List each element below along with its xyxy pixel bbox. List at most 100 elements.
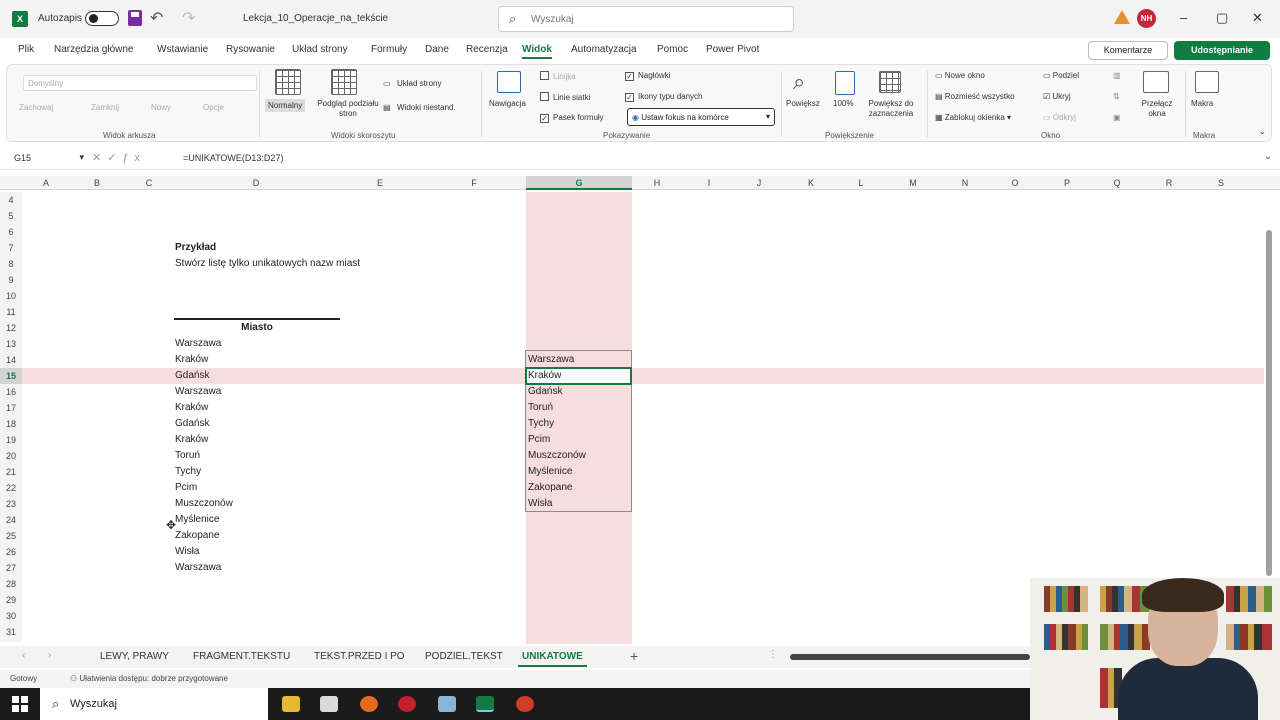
column-header[interactable]: P [1042,176,1092,190]
add-sheet-icon[interactable]: + [630,648,638,664]
search-box[interactable]: ⌕ Wyszukaj [498,6,794,32]
normal-view-button[interactable]: Normalny [265,99,306,112]
worksheet-grid[interactable]: Przykład Stwórz listę tylko unikatowych … [22,192,1264,644]
enter-icon[interactable]: ✓ [107,152,122,164]
expand-formula-icon[interactable]: ⌄ [1264,151,1272,162]
sheet-tab[interactable]: FRAGMENT.TEKSTU [193,651,290,662]
firefox-icon[interactable] [360,696,378,712]
tab-automate[interactable]: Automatyzacja [571,44,637,55]
column-header[interactable]: F [422,176,526,190]
row-header[interactable]: 12 [0,320,22,336]
column-header[interactable]: B [72,176,122,190]
gridlines-checkbox[interactable]: Linie siatki [540,92,590,102]
ruler-checkbox[interactable]: Linijka [540,71,576,81]
row-header[interactable]: 9 [0,272,22,288]
sync-scroll-icon[interactable]: ⇅ [1113,92,1120,101]
city-cell[interactable]: Warszawa [175,384,221,400]
city-cell[interactable]: Tychy [175,464,201,480]
tab-review[interactable]: Recenzja [466,44,508,55]
tab-home[interactable]: Narzędzia główne [54,44,134,55]
column-header[interactable]: L [836,176,886,190]
headings-checkbox[interactable]: ✓ Nagłówki [625,71,670,81]
row-header[interactable]: 23 [0,496,22,512]
save-icon[interactable] [128,10,142,26]
page-layout-button[interactable]: Układ strony [397,79,441,88]
tab-draw[interactable]: Rysowanie [226,44,275,55]
column-header[interactable]: J [734,176,784,190]
warning-icon[interactable] [1114,10,1130,24]
row-header[interactable]: 10 [0,288,22,304]
formula-input[interactable]: =UNIKATOWE(D13:D27) [183,153,283,163]
zoom-selection-icon[interactable] [879,71,901,93]
page-break-icon[interactable] [331,69,357,95]
function-icon[interactable]: ƒx [122,152,146,164]
redo-icon[interactable]: ↷ [182,8,195,28]
row-header[interactable]: 17 [0,400,22,416]
unique-cell[interactable]: Zakopane [528,480,572,496]
unique-cell[interactable]: Toruń [528,400,553,416]
row-header[interactable]: 16 [0,384,22,400]
next-sheet-icon[interactable]: › [48,650,51,661]
column-header[interactable]: N [940,176,990,190]
focus-cell-button[interactable]: ◉ Ustaw fokus na komórce ▾ [627,108,775,126]
taskbar-search[interactable]: ⌕ Wyszukaj [40,688,268,720]
accessibility-status[interactable]: ⚇ Ułatwienia dostępu: dobrze przygotowan… [70,674,228,683]
row-header[interactable]: 22 [0,480,22,496]
column-header[interactable]: M [888,176,938,190]
sheet-tab-active[interactable]: UNIKATOWE [518,651,587,667]
row-header[interactable]: 8 [0,256,22,272]
page-layout-icon[interactable]: ▭ [383,79,391,88]
sheet-view-combo[interactable]: Domyślny [23,75,257,91]
city-cell[interactable]: Zakopane [175,528,219,544]
city-cell[interactable]: Muszczonów [175,496,233,512]
city-cell[interactable]: Myślenice [175,512,219,528]
row-header[interactable]: 21 [0,464,22,480]
unique-cell[interactable]: Wisła [528,496,552,512]
sheet-tab[interactable]: PODZIEL.TEKST [425,651,503,662]
custom-views-icon[interactable]: ▤ [383,103,391,112]
city-cell[interactable]: Pcim [175,480,197,496]
zoom-icon[interactable]: ⌕ [793,69,805,95]
unique-cell[interactable]: Pcim [528,432,550,448]
sheet-tab[interactable]: TEKST.PRZED I PO [314,651,405,662]
column-header[interactable]: R [1144,176,1194,190]
navigation-icon[interactable] [497,71,521,93]
city-cell[interactable]: Kraków [175,352,208,368]
custom-views-button[interactable]: Widoki niestand. [397,103,456,112]
normal-view-icon[interactable] [275,69,301,95]
city-cell[interactable]: Kraków [175,400,208,416]
row-header[interactable]: 24 [0,512,22,528]
row-header[interactable]: 19 [0,432,22,448]
row-header[interactable]: 27 [0,560,22,576]
city-cell[interactable]: Warszawa [175,336,221,352]
file-explorer-icon[interactable] [282,696,300,712]
column-header[interactable]: S [1196,176,1246,190]
page-break-button[interactable]: Podgląd podziału stron [313,99,383,119]
unique-cell[interactable]: Tychy [528,416,554,432]
side-by-side-icon[interactable]: ▥ [1113,71,1121,80]
collapse-ribbon-icon[interactable]: ⌄ [1259,127,1266,136]
unique-cell[interactable]: Warszawa [528,352,574,368]
column-header[interactable]: E [340,176,420,190]
column-header-selected[interactable]: G [526,176,632,190]
share-button[interactable]: Udostępnianie [1174,41,1270,60]
unique-cell-active[interactable]: Kraków [528,368,561,384]
tab-view[interactable]: Widok [522,44,552,59]
row-header[interactable]: 6 [0,224,22,240]
prev-sheet-icon[interactable]: ‹ [22,650,25,661]
comments-button[interactable]: Komentarze [1088,41,1168,60]
recorder-icon[interactable] [398,696,416,712]
column-header[interactable]: A [22,176,70,190]
row-header-selected[interactable]: 15 [0,368,22,384]
unique-cell[interactable]: Myślenice [528,464,572,480]
tab-insert[interactable]: Wstawianie [157,44,208,55]
close-view-button[interactable]: Zamknij [91,103,119,112]
row-header[interactable]: 31 [0,624,22,640]
row-header[interactable]: 7 [0,240,22,256]
tab-power-pivot[interactable]: Power Pivot [706,44,759,55]
city-cell[interactable]: Warszawa [175,560,221,576]
macros-button[interactable]: Makra [1191,99,1213,108]
city-cell[interactable]: Gdańsk [175,368,209,384]
autosave-toggle[interactable] [85,11,119,26]
unique-cell[interactable]: Muszczonów [528,448,586,464]
